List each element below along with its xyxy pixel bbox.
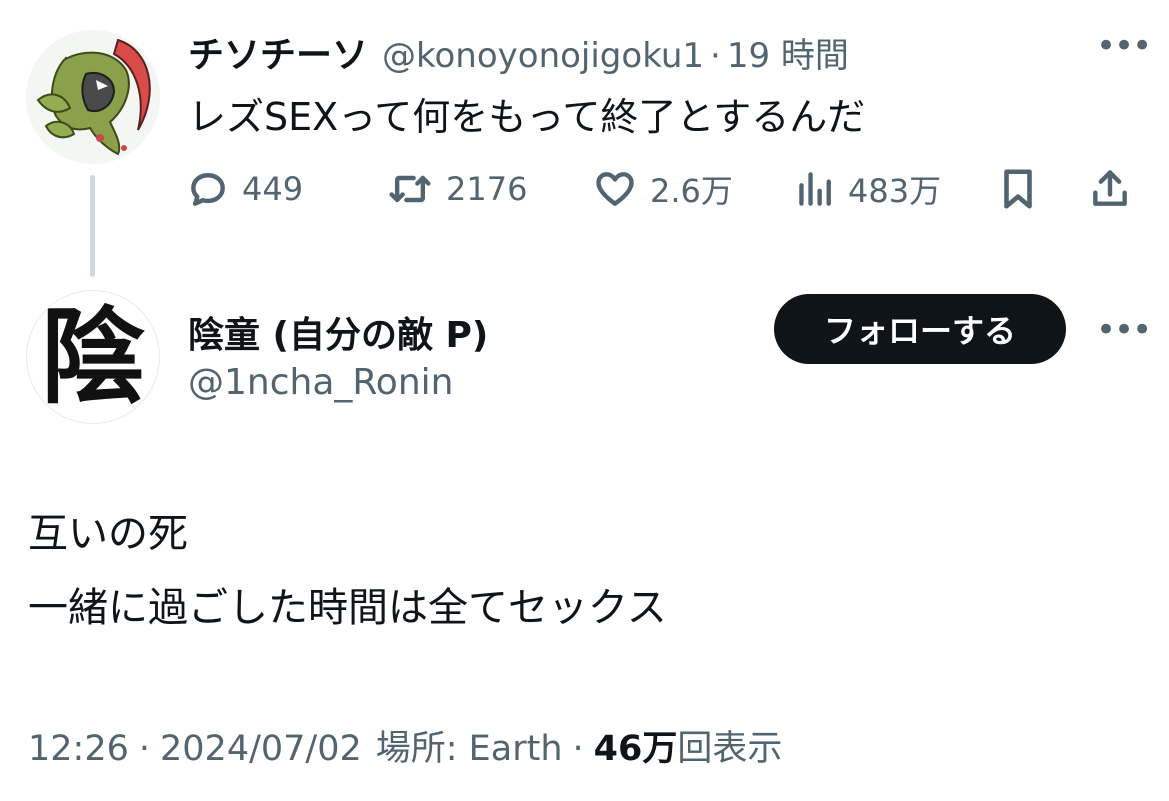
retweet-button[interactable]: 2176 (386, 164, 527, 214)
main-display-name[interactable]: 陰童 (自分の敵 P) (188, 306, 488, 358)
post-date[interactable]: 2024/07/02 (160, 729, 362, 769)
bookmark-icon (1004, 169, 1032, 209)
more-horizontal-icon[interactable]: ••• (1096, 313, 1152, 347)
main-handle[interactable]: @1ncha_Ronin (188, 362, 453, 403)
share-icon (1093, 170, 1127, 206)
parent-tweet-text: レズSEXって何をもって終了とするんだ (188, 95, 866, 139)
like-button[interactable]: 2.6万 (592, 164, 733, 214)
reply-button[interactable]: 449 (186, 164, 303, 214)
share-button[interactable] (1088, 164, 1132, 214)
post-location: 場所: Earth (375, 729, 563, 769)
analytics-bar-icon (799, 172, 831, 206)
retweet-count: 2176 (446, 170, 528, 208)
views-count: 483万 (848, 172, 942, 210)
thread-connector-line (90, 175, 95, 277)
parent-tweet-actions: 449 2176 2.6万 483万 (186, 164, 1146, 214)
reply-count: 449 (242, 170, 304, 208)
view-count: 46万 (593, 729, 678, 769)
meta-separator: · (138, 729, 151, 769)
main-tweet-text: 互いの死 一緒に過ごした時間は全てセックス (28, 504, 667, 652)
tweet-text-line: 互いの死 (28, 511, 188, 557)
avatar-calligraphy-glyph: 陰 (40, 295, 145, 418)
avatar-main-tweet[interactable]: 陰 (26, 290, 160, 424)
tweet-text-line: 一緒に過ごした時間は全てセックス (28, 585, 667, 631)
follow-button[interactable]: フォローする (774, 294, 1066, 364)
meta-separator: · (572, 729, 584, 769)
dragon-character-avatar-image (26, 30, 160, 164)
parent-display-name[interactable]: チソチーソ (188, 26, 368, 78)
heart-icon (596, 172, 634, 206)
view-count-suffix: 回表示 (677, 729, 783, 769)
bookmark-button[interactable] (998, 164, 1038, 214)
post-time[interactable]: 12:26 (28, 729, 129, 769)
tweet-metadata: 12:26 · 2024/07/02 場所: Earth · 46万 回表示 (28, 720, 782, 771)
parent-timestamp[interactable]: 19 時間 (727, 28, 849, 77)
like-count: 2.6万 (650, 172, 733, 210)
reply-icon (191, 173, 225, 206)
views-button[interactable]: 483万 (796, 164, 941, 214)
avatar-parent-tweet[interactable] (26, 30, 160, 164)
parent-tweet-header: チソチーソ @konoyonojigoku1 · 19 時間 (188, 26, 849, 78)
retweet-icon (389, 175, 431, 203)
parent-handle[interactable]: @konoyonojigoku1 (382, 36, 704, 76)
header-separator: · (710, 36, 721, 76)
more-horizontal-icon[interactable]: ••• (1096, 29, 1152, 63)
